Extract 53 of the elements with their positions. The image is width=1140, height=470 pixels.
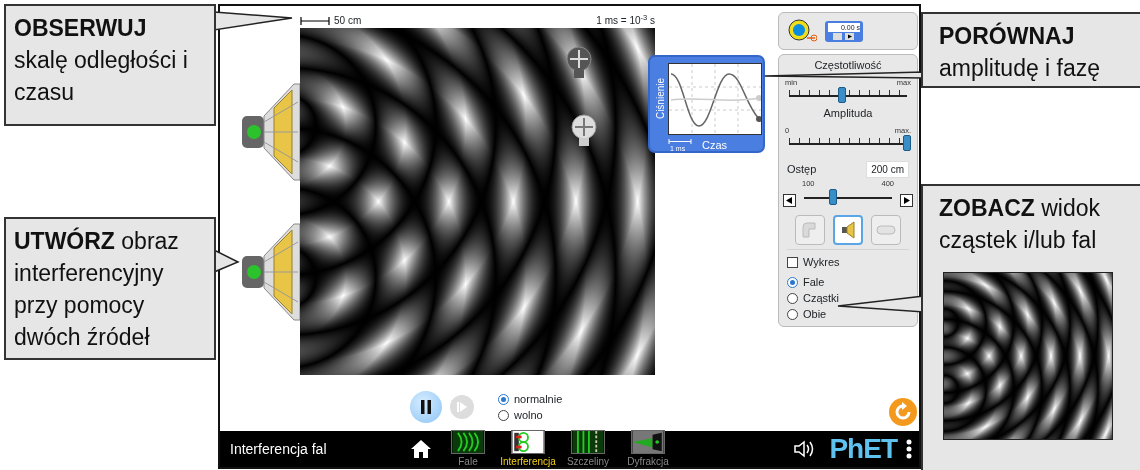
radio-label: Fale — [803, 275, 825, 291]
callout-text: UTWÓRZ obraz interferencyjny przy pomocy dwóch źródeł — [14, 226, 180, 352]
screen-tab[interactable]: Interferencja — [498, 429, 558, 469]
separation-value-field: 200 cm — [866, 161, 909, 178]
microphone-probe-icon[interactable] — [570, 114, 598, 148]
diffraction-icon — [631, 429, 665, 454]
speaker-icon[interactable] — [240, 222, 300, 322]
phet-logo[interactable]: PhET — [829, 435, 897, 463]
screen-tab[interactable]: Fale — [438, 429, 498, 469]
radio-button[interactable] — [498, 409, 509, 421]
callout-text: OBSERWUJ skalę odległości i czasu — [14, 14, 189, 107]
radio-button[interactable] — [787, 308, 798, 320]
stopwatch-buttons-icon — [831, 31, 857, 40]
menu-icon[interactable] — [905, 438, 913, 460]
speaker-button[interactable] — [833, 215, 863, 246]
graph-axis-label: Czas — [702, 138, 728, 153]
sim-title: Interferencja fal — [230, 439, 328, 459]
checkbox[interactable] — [787, 256, 798, 268]
scale-bar-icon — [668, 139, 692, 144]
pause-icon — [420, 400, 432, 414]
callout-text: PORÓWNAJ amplitudę i fazę — [938, 21, 1102, 83]
tape-measure-icon[interactable] — [787, 18, 817, 44]
slider-thumb[interactable] — [838, 87, 847, 103]
scale-bar-icon — [300, 16, 330, 25]
pause-button[interactable] — [410, 391, 442, 423]
waves-icon — [451, 429, 485, 454]
right-arrow-button[interactable] — [900, 194, 913, 208]
slider-label: Częstotliwość — [814, 59, 882, 72]
screen-tab[interactable]: Szczeliny — [558, 429, 618, 469]
radio-button[interactable] — [787, 292, 798, 304]
step-icon — [457, 402, 467, 412]
radio-label: normalnie — [514, 392, 563, 407]
radio-label: wolno — [514, 408, 543, 423]
microphone-probe-icon[interactable] — [565, 46, 593, 80]
left-arrow-button[interactable] — [783, 194, 796, 208]
home-icon[interactable] — [410, 439, 432, 459]
time-scale-label: 1 ms = 10$^{-3}$ s — [596, 13, 655, 28]
screen-tab[interactable]: Dyfrakcja — [618, 429, 678, 469]
radio-label: Obie — [803, 307, 827, 323]
slider-thumb[interactable] — [903, 135, 911, 151]
distance-scale-label: 50 cm — [334, 14, 362, 28]
callout-text: ZOBACZ widok cząstek i/lub fal — [938, 194, 1102, 255]
slits-icon — [571, 429, 605, 454]
interference-icon — [511, 429, 545, 454]
slider-thumb[interactable] — [829, 189, 838, 206]
graph-axis-label: Ciśnienie — [653, 76, 667, 122]
slider-label: Ostęp — [787, 162, 817, 178]
radio-button[interactable] — [498, 393, 509, 405]
checkbox-label: Wykres — [803, 255, 840, 271]
radio-label: Cząstki — [803, 291, 840, 307]
speaker-icon[interactable] — [240, 82, 300, 182]
radio-button[interactable] — [787, 276, 798, 288]
slider-label: Amplituda — [823, 107, 873, 120]
